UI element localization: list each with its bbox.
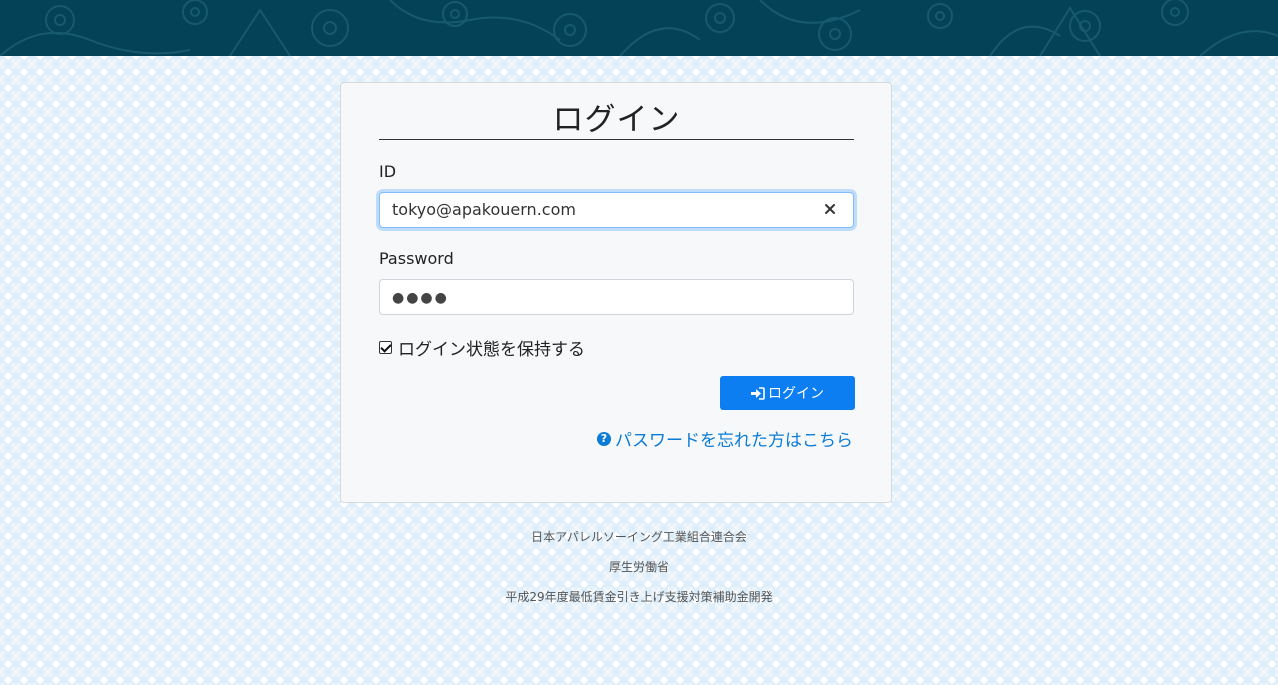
question-circle-icon: ? (597, 431, 611, 446)
login-button[interactable]: ログイン (720, 376, 855, 410)
remember-label: ログイン状態を保持する (398, 340, 585, 360)
login-button-label: ログイン (768, 386, 824, 402)
floral-pattern (0, 0, 1278, 56)
id-label: ID (379, 162, 397, 181)
header-banner (0, 0, 1278, 56)
forgot-password-link[interactable]: ? パスワードを忘れた方はこちら (597, 426, 853, 451)
password-label: Password (379, 249, 454, 268)
sign-in-icon (751, 386, 765, 400)
id-input[interactable]: tokyo@apakouern.com (379, 192, 854, 228)
close-icon[interactable] (823, 202, 837, 216)
footer-org: 日本アパレルソーイング工業組合連合会 (531, 530, 747, 544)
title-divider (379, 139, 854, 140)
footer-grant: 平成29年度最低賃金引き上げ支援対策補助金開発 (505, 590, 773, 604)
footer-ministry: 厚生労働省 (608, 560, 669, 574)
password-input-value: ●●●● (392, 290, 449, 306)
password-input[interactable]: ●●●● (379, 279, 854, 315)
forgot-password-label: パスワードを忘れた方はこちら (615, 431, 853, 451)
login-card: ログイン ID tokyo@apakouern.com Password ●●●… (340, 82, 892, 503)
page-title: ログイン (552, 102, 681, 138)
id-input-value: tokyo@apakouern.com (392, 200, 576, 219)
remember-me[interactable]: ログイン状態を保持する (379, 335, 585, 360)
remember-checkbox[interactable] (379, 341, 392, 354)
